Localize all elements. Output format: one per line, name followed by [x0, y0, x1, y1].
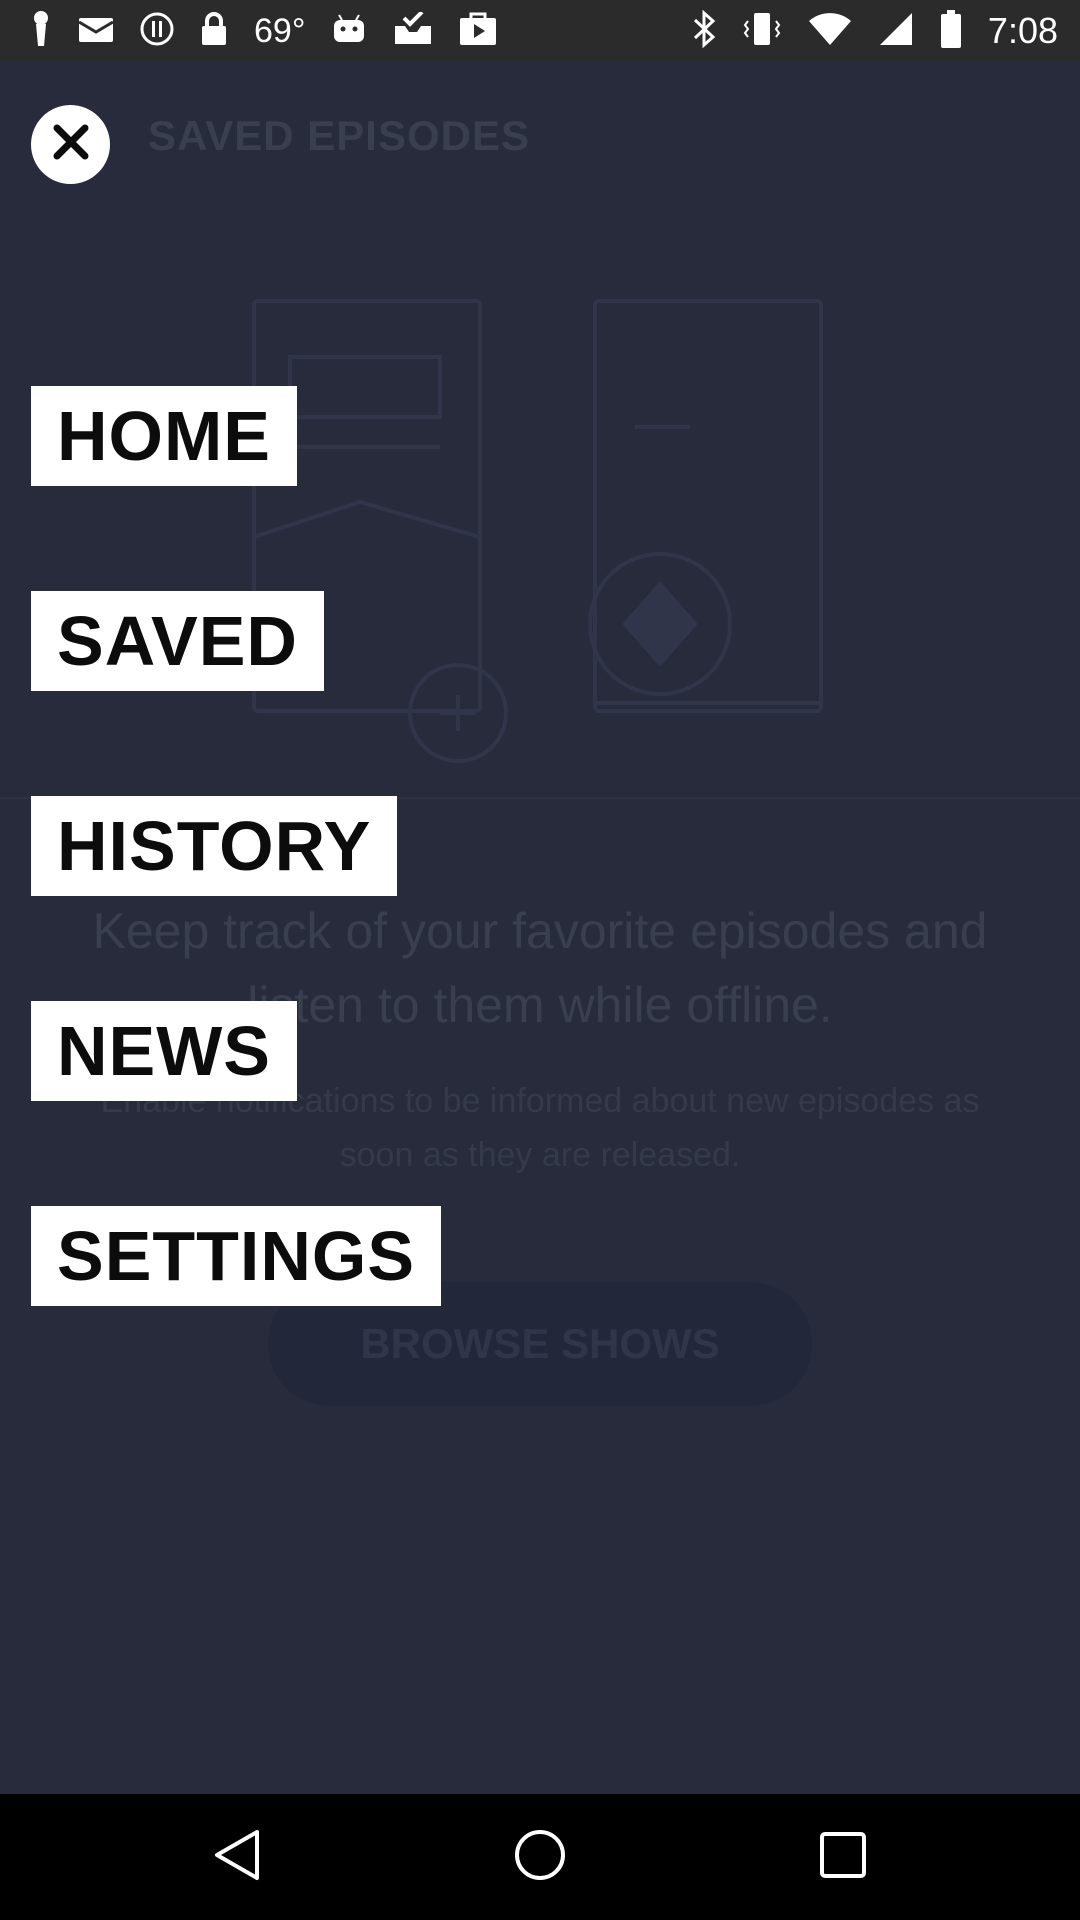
back-button[interactable]: [204, 1824, 270, 1890]
home-circle-icon: [513, 1828, 567, 1887]
page-title: SAVED EPISODES: [148, 112, 530, 159]
menu-item-news[interactable]: NEWS: [31, 1001, 297, 1101]
lock-icon: [200, 11, 228, 52]
vibrate-icon: [742, 11, 782, 52]
status-bar: 69° 7:08: [0, 0, 1080, 62]
navigation-bar: [0, 1794, 1080, 1920]
menu-item-saved[interactable]: SAVED: [31, 591, 324, 691]
saved-episodes-illustration: [252, 299, 823, 763]
status-bar-right: 7:08: [692, 9, 1058, 53]
close-icon: [51, 122, 91, 167]
back-icon: [213, 1828, 261, 1887]
menu-item-home[interactable]: HOME: [31, 386, 297, 486]
menu-item-history[interactable]: HISTORY: [31, 796, 398, 896]
menu-item-settings[interactable]: SETTINGS: [31, 1206, 442, 1306]
home-button[interactable]: [507, 1824, 573, 1890]
bluetooth-icon: [692, 9, 716, 53]
wifi-icon: [808, 12, 852, 51]
notification-icon: [30, 10, 52, 53]
temperature-text: 69°: [254, 11, 306, 50]
play-store-icon: [459, 12, 497, 51]
recents-button[interactable]: [810, 1824, 876, 1890]
android-icon: [331, 13, 367, 49]
clock: 7:08: [987, 10, 1058, 51]
app-content: SAVED EPISODES Keep track of your favori…: [0, 62, 1080, 1794]
recents-icon: [818, 1830, 868, 1885]
signal-icon: [878, 11, 914, 52]
info-icon: [140, 12, 174, 51]
mail-icon: [78, 14, 114, 49]
close-menu-button[interactable]: [31, 105, 110, 184]
status-bar-left: 69°: [30, 10, 497, 52]
inbox-check-icon: [393, 10, 433, 51]
battery-icon: [940, 9, 962, 53]
